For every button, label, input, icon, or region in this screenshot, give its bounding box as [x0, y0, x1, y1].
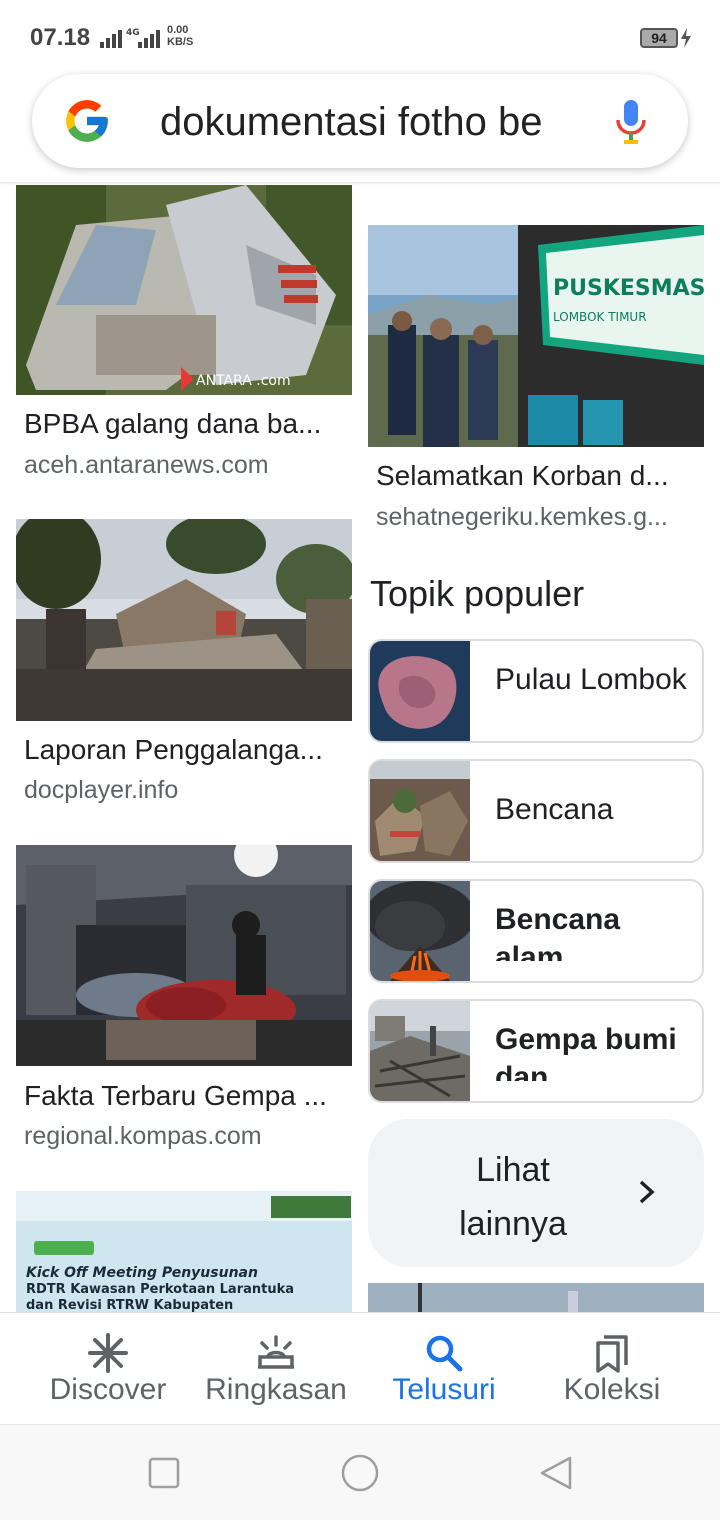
nav-label: Ringkasan — [205, 1373, 347, 1406]
result-card[interactable] — [360, 1283, 720, 1312]
result-image[interactable] — [16, 519, 352, 721]
status-time: 07.18 — [30, 24, 91, 51]
bookmarks-icon — [596, 1335, 628, 1373]
sunrise-icon — [258, 1335, 294, 1369]
sign-text: PUSKESMAS — [553, 276, 704, 301]
status-bar: 07.18 4G 0.00 KB/S 94 — [0, 0, 720, 72]
nav-label: Koleksi — [563, 1373, 661, 1406]
result-card[interactable]: Fakta Terbaru Gempa ... regional.kompas.… — [0, 845, 360, 1165]
back-icon[interactable] — [538, 1455, 574, 1491]
topic-chip[interactable]: Bencana — [368, 759, 704, 863]
network-speed: 0.00 KB/S — [167, 24, 194, 48]
result-image[interactable] — [16, 845, 352, 1066]
nav-koleksi[interactable]: Koleksi — [522, 1313, 702, 1425]
result-card[interactable]: Kick Off Meeting Penyusunan RDTR Kawasan… — [0, 1191, 360, 1312]
topic-label[interactable]: Gempa bumi dan — [495, 1021, 690, 1081]
nav-label: Discover — [49, 1373, 167, 1406]
topic-chip[interactable]: Pulau Lombok — [368, 639, 704, 743]
topic-label[interactable]: Bencana alam — [495, 901, 690, 961]
search-icon — [426, 1335, 463, 1372]
svg-text:dan Revisi RTRW Kabupaten: dan Revisi RTRW Kabupaten — [26, 1298, 233, 1312]
result-source[interactable]: sehatnegeriku.kemkes.g... — [376, 503, 706, 532]
topic-image — [370, 761, 470, 861]
nav-discover[interactable]: Discover — [18, 1313, 198, 1425]
topic-label[interactable]: Pulau Lombok — [495, 661, 690, 721]
see-more-label: Lihat lainnya — [459, 1151, 567, 1243]
result-source[interactable]: docplayer.info — [24, 776, 342, 805]
image-results-grid[interactable]: ANTARA .com BPBA galang dana ba... aceh.… — [0, 185, 720, 1312]
result-source[interactable]: aceh.antaranews.com — [24, 451, 342, 480]
topic-label[interactable]: Bencana — [495, 791, 690, 851]
result-card[interactable]: ANTARA .com BPBA galang dana ba... aceh.… — [0, 185, 360, 505]
search-bar[interactable]: dokumentasi fotho be — [32, 74, 688, 168]
google-logo-icon — [66, 100, 108, 142]
topic-chip[interactable]: Gempa bumi dan — [368, 999, 704, 1103]
svg-text:RDTR Kawasan Perkotaan Larantu: RDTR Kawasan Perkotaan Larantuka — [26, 1282, 294, 1297]
recent-apps-icon[interactable] — [148, 1457, 180, 1489]
result-card[interactable]: PUSKESMAS LOMBOK TIMUR Selamatkan Korban… — [360, 225, 720, 545]
topic-image — [370, 881, 470, 981]
charging-icon — [681, 28, 691, 48]
signal-icon: 4G — [100, 28, 160, 48]
svg-text:4G: 4G — [126, 28, 140, 38]
topic-image — [370, 641, 470, 741]
topic-chip[interactable]: Bencana alam — [368, 879, 704, 983]
result-title[interactable]: Fakta Terbaru Gempa ... — [24, 1080, 342, 1112]
result-title[interactable]: Selamatkan Korban d... — [376, 460, 706, 492]
nav-ringkasan[interactable]: Ringkasan — [186, 1313, 366, 1425]
result-card[interactable]: Laporan Penggalanga... docplayer.info — [0, 519, 360, 839]
result-image[interactable] — [368, 1283, 704, 1312]
image-caption: Kick Off Meeting Penyusunan — [26, 1265, 258, 1281]
see-more-button[interactable]: Lihat lainnya — [368, 1119, 704, 1267]
chevron-right-icon — [639, 1180, 655, 1204]
result-image[interactable]: PUSKESMAS LOMBOK TIMUR — [368, 225, 704, 447]
battery-indicator: 94 — [640, 28, 678, 48]
nav-telusuri[interactable]: Telusuri — [354, 1313, 534, 1425]
svg-text:LOMBOK TIMUR: LOMBOK TIMUR — [553, 310, 647, 324]
search-input[interactable]: dokumentasi fotho be — [160, 96, 600, 148]
result-source[interactable]: regional.kompas.com — [24, 1122, 342, 1151]
result-image[interactable]: ANTARA .com — [16, 185, 352, 395]
topic-image — [370, 1001, 470, 1101]
popular-topics-heading: Topik populer — [370, 573, 585, 614]
system-navigation-bar — [0, 1424, 720, 1520]
result-title[interactable]: Laporan Penggalanga... — [24, 734, 342, 766]
asterisk-icon — [88, 1333, 128, 1373]
home-icon[interactable] — [340, 1453, 380, 1493]
result-image[interactable]: Kick Off Meeting Penyusunan RDTR Kawasan… — [16, 1191, 352, 1312]
image-watermark: ANTARA .com — [196, 373, 291, 389]
result-title[interactable]: BPBA galang dana ba... — [24, 408, 342, 440]
nav-label: Telusuri — [392, 1373, 496, 1406]
bottom-navigation: Discover Ringkasan Telusuri Koleksi — [0, 1312, 720, 1424]
microphone-icon[interactable] — [616, 100, 646, 144]
